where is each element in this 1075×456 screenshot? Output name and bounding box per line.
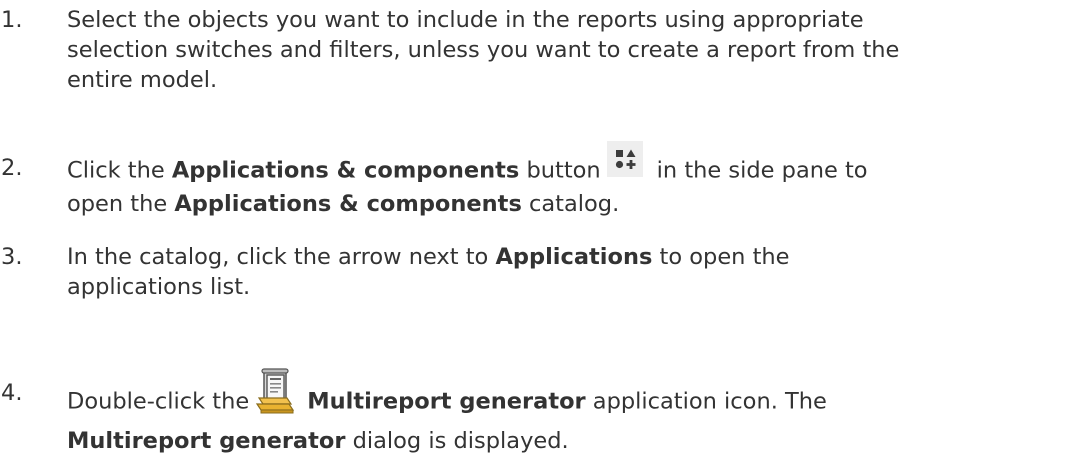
step-number: 1. xyxy=(1,7,23,33)
step-line: Multireport generator dialog is displaye… xyxy=(67,426,1072,456)
step-text: In the catalog, click the arrow next to … xyxy=(67,242,1072,302)
step-number: 3. xyxy=(1,244,23,270)
step-line: Click the Applications & components butt… xyxy=(67,141,1072,189)
step-text-part: catalog. xyxy=(521,191,620,217)
step-text: Select the objects you want to include i… xyxy=(67,5,1072,95)
step-text-part: In the catalog, click the arrow next to xyxy=(67,244,496,270)
step-text-part: Click the xyxy=(67,157,172,184)
applications-components-icon xyxy=(606,141,643,177)
step-text-part: dialog is displayed. xyxy=(345,428,569,454)
step-line: Double-click the Multireport generator a… xyxy=(67,368,1072,426)
step-number: 4. xyxy=(1,380,23,406)
step-text: Double-click the Multireport generator a… xyxy=(67,368,1072,456)
bold-term: Multireport generator xyxy=(307,388,586,415)
step-line: open the Applications & components catal… xyxy=(67,189,1072,219)
step-text-part: in the side pane to xyxy=(656,157,868,184)
step-number: 2. xyxy=(1,155,23,181)
bold-term: Multireport generator xyxy=(67,428,346,454)
step-line: entire model. xyxy=(67,67,218,93)
bold-term: Applications xyxy=(495,244,653,270)
multireport-generator-icon xyxy=(255,368,295,416)
bold-term: Applications & components xyxy=(174,191,522,217)
step-text-part: application icon. The xyxy=(585,388,827,415)
step-text-part: Double-click the xyxy=(67,388,250,415)
step-line: In the catalog, click the arrow next to … xyxy=(67,242,1072,272)
step-line: applications list. xyxy=(67,274,251,300)
step-text-part: open the xyxy=(67,191,175,217)
step-line: selection switches and filters, unless y… xyxy=(67,37,900,63)
step-text-part: button xyxy=(519,157,601,184)
step-text: Click the Applications & components butt… xyxy=(67,141,1072,219)
step-text-part: to open the xyxy=(652,244,790,270)
step-line: Select the objects you want to include i… xyxy=(67,7,864,33)
bold-term: Applications & components xyxy=(171,157,520,184)
